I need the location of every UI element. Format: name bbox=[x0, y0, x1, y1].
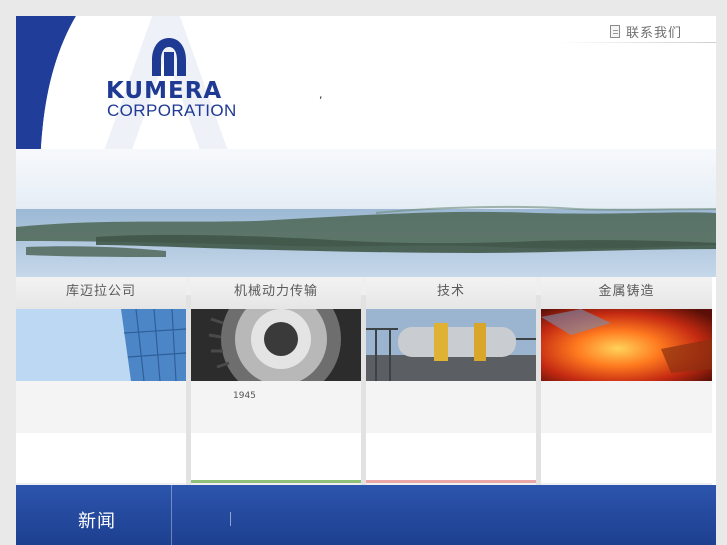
contact-us-label: 联系我们 bbox=[626, 26, 683, 41]
category-body: 1945 bbox=[191, 381, 361, 433]
news-separator bbox=[230, 512, 231, 526]
document-icon bbox=[610, 25, 620, 38]
stray-mark: , bbox=[319, 88, 323, 101]
company-logo[interactable]: KUMERA CORPORATION bbox=[106, 38, 246, 120]
news-bar: 新闻 bbox=[16, 485, 716, 545]
logo-mark-icon bbox=[152, 38, 186, 76]
logo-subtitle: CORPORATION bbox=[107, 101, 237, 120]
category-title: 金属铸造 bbox=[541, 277, 712, 309]
building-image bbox=[16, 309, 186, 381]
header-divider bbox=[556, 42, 716, 43]
news-title[interactable]: 新闻 bbox=[78, 507, 116, 533]
hero-lake-image bbox=[16, 149, 716, 277]
category-title: 机械动力传输 bbox=[191, 277, 361, 309]
category-company[interactable]: 库迈拉公司 bbox=[16, 277, 186, 483]
news-divider bbox=[171, 485, 172, 545]
gear-image bbox=[191, 309, 361, 381]
category-power-transmission[interactable]: 机械动力传输 1945 bbox=[191, 277, 361, 483]
category-body bbox=[366, 381, 536, 433]
category-title: 技术 bbox=[366, 277, 536, 309]
category-strip: 库迈拉公司 机械动力传输 1945 技术 金属铸造 bbox=[16, 277, 712, 487]
category-body bbox=[541, 381, 712, 433]
category-metal-casting[interactable]: 金属铸造 bbox=[541, 277, 712, 483]
category-accent-bar bbox=[366, 480, 536, 483]
contact-us-link[interactable]: 联系我们 bbox=[610, 22, 682, 41]
page-frame: KUMERA CORPORATION , 联系我们 库迈拉公司 机械动力传输 1… bbox=[16, 16, 716, 545]
category-title: 库迈拉公司 bbox=[16, 277, 186, 309]
category-technology[interactable]: 技术 bbox=[366, 277, 536, 483]
category-text: 1945 bbox=[233, 391, 256, 401]
molten-metal-image bbox=[541, 309, 712, 381]
category-body bbox=[16, 381, 186, 433]
category-accent-bar bbox=[191, 480, 361, 483]
kiln-image bbox=[366, 309, 536, 381]
